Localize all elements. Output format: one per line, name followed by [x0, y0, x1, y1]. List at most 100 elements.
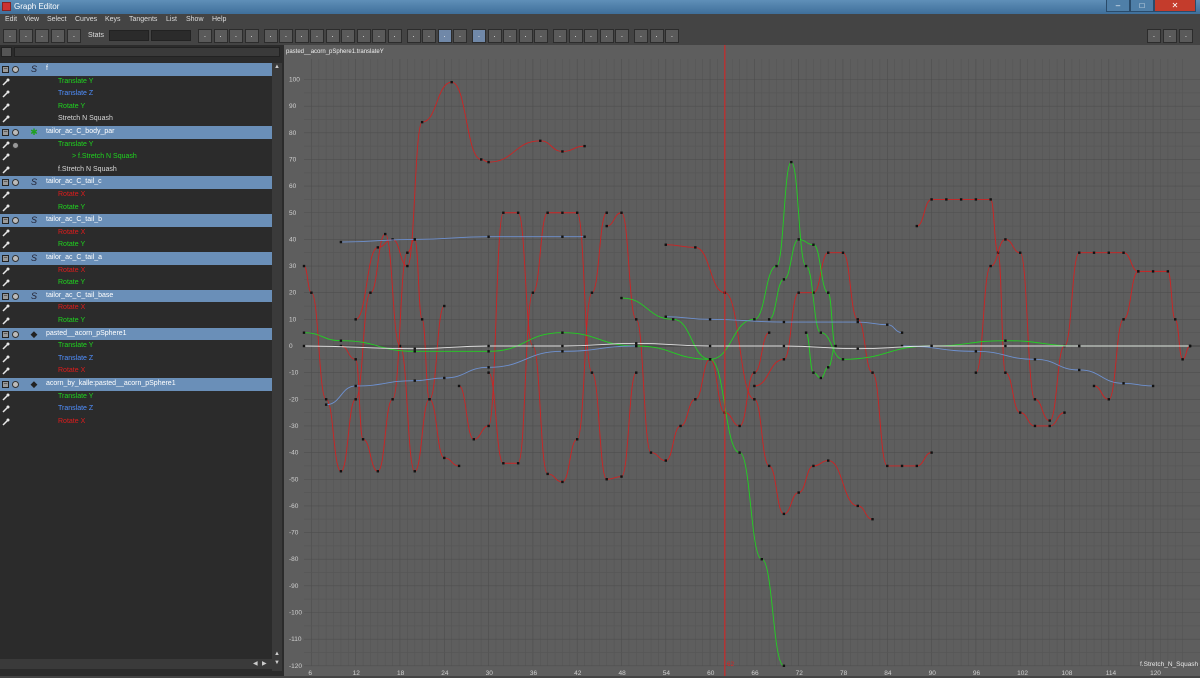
visibility-icon[interactable]: [12, 129, 19, 136]
menu-keys[interactable]: Keys: [105, 16, 121, 23]
stacked-view-icon[interactable]: ·: [1163, 29, 1177, 43]
pin-icon[interactable]: [2, 317, 10, 325]
pin-icon[interactable]: [2, 393, 10, 401]
auto-tangent-icon[interactable]: ·: [263, 29, 278, 43]
scroll-up-icon[interactable]: ▲: [273, 651, 281, 657]
time-snap-icon[interactable]: ·: [487, 29, 502, 43]
step-tangent-icon[interactable]: ·: [341, 29, 355, 43]
collapse-icon[interactable]: –: [2, 292, 9, 300]
menu-view[interactable]: View: [24, 16, 39, 23]
cycle-offset-icon[interactable]: ·: [599, 29, 614, 43]
pin-icon[interactable]: [2, 355, 10, 363]
pin-icon[interactable]: [2, 229, 10, 237]
outliner-attribute[interactable]: Translate Y: [0, 340, 272, 353]
visibility-icon[interactable]: [12, 255, 19, 262]
plateau-tangent-icon[interactable]: ·: [356, 29, 371, 43]
pin-icon[interactable]: [2, 342, 10, 350]
move-key-icon[interactable]: ·: [3, 29, 17, 43]
pin-icon[interactable]: [2, 166, 10, 174]
normalized-view-icon[interactable]: ·: [1179, 29, 1193, 43]
outliner-attribute[interactable]: Rotate Y: [0, 101, 272, 114]
scroll-right-icon[interactable]: ▶: [262, 660, 267, 667]
outliner-attribute[interactable]: Translate Z: [0, 88, 272, 101]
pin-icon[interactable]: [2, 267, 10, 275]
pin-icon[interactable]: [2, 418, 10, 426]
outliner-node[interactable]: – Stailor_ac_C_tail_a: [0, 252, 272, 265]
outliner-attribute[interactable]: Translate Y: [0, 391, 272, 404]
pre-infinity-icon[interactable]: ·: [553, 29, 567, 43]
oscillate-icon[interactable]: ·: [615, 29, 629, 43]
frame-playback-icon[interactable]: ·: [244, 29, 259, 43]
denormalize-icon[interactable]: ·: [534, 29, 548, 43]
close-button[interactable]: ✕: [1154, 0, 1196, 12]
break-tangent-icon[interactable]: ·: [372, 29, 386, 43]
pin-icon[interactable]: [2, 78, 10, 86]
lock-channel-icon[interactable]: [12, 141, 19, 149]
snap-icon[interactable]: ·: [472, 29, 486, 43]
visibility-icon[interactable]: [12, 179, 19, 187]
scroll-left-icon[interactable]: ◀: [253, 660, 258, 667]
spline-tangent-icon[interactable]: ·: [279, 29, 293, 43]
pin-icon[interactable]: [2, 191, 10, 199]
minimize-button[interactable]: –: [1106, 0, 1130, 12]
unify-tangent-icon[interactable]: ·: [387, 29, 402, 43]
single-view-icon[interactable]: ·: [1147, 29, 1161, 43]
visibility-icon[interactable]: [12, 381, 19, 388]
menu-tangents[interactable]: Tangents: [129, 16, 157, 23]
region-tool-icon[interactable]: ·: [67, 29, 81, 43]
stats-time-field[interactable]: [109, 30, 149, 41]
outliner-attribute[interactable]: Rotate Y: [0, 239, 272, 252]
menu-select[interactable]: Select: [47, 16, 66, 23]
collapse-icon[interactable]: –: [2, 179, 9, 187]
stats-value-field[interactable]: [151, 30, 191, 41]
outliner-hscrollbar[interactable]: ◀ ▶: [0, 659, 272, 669]
pin-icon[interactable]: [2, 405, 10, 413]
outliner-node[interactable]: – ✱ tailor_ac_C_body_par: [0, 126, 272, 139]
outliner-node[interactable]: – Stailor_ac_C_tail_c: [0, 176, 272, 189]
pin-icon[interactable]: [2, 115, 10, 123]
collapse-icon[interactable]: –: [2, 381, 9, 388]
collapse-icon[interactable]: –: [2, 217, 9, 225]
scroll-down-icon[interactable]: ▼: [273, 660, 281, 666]
menu-curves[interactable]: Curves: [75, 16, 97, 23]
outliner-node[interactable]: – ◆ acorn_by_kalle:pasted__acorn_pSphere1: [0, 378, 272, 391]
outliner-node[interactable]: – Sf: [0, 63, 272, 76]
outliner-attribute[interactable]: Rotate X: [0, 416, 272, 429]
visibility-icon[interactable]: [12, 66, 19, 73]
graph-canvas[interactable]: 1009080706050403020100-10-20-30-40-50-60…: [284, 45, 1200, 677]
outliner-attribute[interactable]: Rotate X: [0, 365, 272, 378]
menu-edit[interactable]: Edit: [5, 16, 17, 23]
flat-tangent-icon[interactable]: ·: [325, 29, 340, 43]
free-weight-icon[interactable]: ·: [406, 29, 421, 43]
pin-icon[interactable]: [2, 241, 10, 249]
value-snap-icon[interactable]: ·: [503, 29, 517, 43]
visibility-icon[interactable]: [12, 217, 19, 225]
visibility-icon[interactable]: [12, 330, 19, 338]
collapse-icon[interactable]: –: [2, 129, 9, 136]
pin-icon[interactable]: [2, 153, 10, 161]
outliner-attribute[interactable]: Rotate X: [0, 189, 272, 202]
filter-menu-button[interactable]: [1, 47, 12, 57]
post-infinity-icon[interactable]: ·: [568, 29, 583, 43]
outliner-filter-input[interactable]: [14, 47, 280, 57]
maximize-button[interactable]: □: [1130, 0, 1154, 12]
outliner-attribute[interactable]: Rotate X: [0, 227, 272, 240]
frame-selection-icon[interactable]: ·: [229, 29, 243, 43]
linear-tangent-icon[interactable]: ·: [310, 29, 324, 43]
outliner-attribute[interactable]: > f.Stretch N Squash: [0, 151, 272, 164]
outliner-node[interactable]: – Stailor_ac_C_tail_base: [0, 289, 272, 303]
key-stats-icon[interactable]: ·: [198, 29, 212, 43]
normalize-icon[interactable]: ·: [518, 29, 533, 43]
pin-icon[interactable]: [2, 304, 10, 312]
outliner-node[interactable]: – Stailor_ac_C_tail_b: [0, 214, 272, 227]
outliner-attribute[interactable]: Translate Z: [0, 403, 272, 416]
swap-buffer-icon[interactable]: ·: [453, 29, 467, 43]
lock-weight-icon[interactable]: ·: [422, 29, 436, 43]
pin-icon[interactable]: [2, 204, 10, 212]
outliner-scrollbar[interactable]: ▲ ▲ ▼: [272, 63, 282, 671]
add-key-icon[interactable]: ·: [35, 29, 49, 43]
graph-view[interactable]: 100 90 80 70 60 50 40 30 20 10 0 -10 -20 -30 -40 -50 -60…: [284, 45, 1200, 677]
trax-icon[interactable]: ·: [649, 29, 664, 43]
menu-list[interactable]: List: [166, 16, 177, 23]
outliner-attribute[interactable]: Stretch N Squash: [0, 113, 272, 126]
